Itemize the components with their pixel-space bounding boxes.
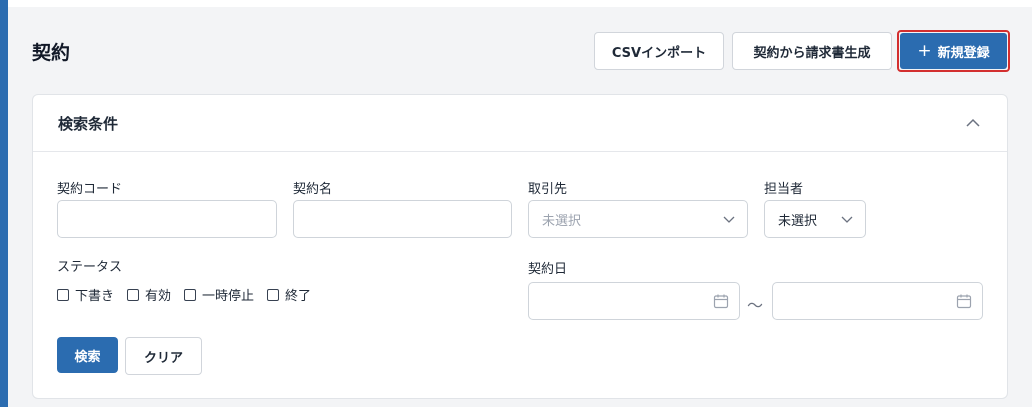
- contract-code-input[interactable]: [57, 200, 277, 238]
- contract-date-label: 契約日: [528, 262, 568, 277]
- contract-name-input[interactable]: [293, 200, 512, 238]
- assignee-select[interactable]: 未選択: [764, 200, 866, 238]
- client-select-placeholder: 未選択: [542, 213, 582, 229]
- contract-date-from-input[interactable]: [528, 282, 740, 320]
- status-option-active[interactable]: 有効: [127, 285, 171, 304]
- status-option-paused[interactable]: 一時停止: [184, 285, 254, 304]
- assignee-label: 担当者: [764, 182, 804, 197]
- status-checkbox-group: 下書き 有効 一時停止 終了: [57, 285, 324, 304]
- clear-button[interactable]: クリア: [125, 337, 202, 375]
- status-option-draft[interactable]: 下書き: [57, 285, 114, 304]
- date-range-separator: 〜: [747, 296, 764, 315]
- new-register-highlight: + 新規登録: [897, 30, 1010, 72]
- page-title: 契約: [32, 42, 71, 64]
- checkbox[interactable]: [57, 288, 69, 301]
- checkbox[interactable]: [127, 288, 140, 301]
- left-accent-bar: [0, 0, 8, 407]
- status-label: ステータス: [57, 260, 123, 275]
- new-register-button[interactable]: + 新規登録: [900, 33, 1007, 69]
- status-option-label: 一時停止: [202, 289, 255, 304]
- contract-name-label: 契約名: [293, 182, 333, 197]
- chevron-down-icon: [841, 216, 853, 223]
- search-button[interactable]: 検索: [57, 337, 118, 373]
- client-label: 取引先: [528, 182, 568, 197]
- chevron-down-icon: [723, 216, 735, 223]
- status-option-label: 下書き: [75, 289, 115, 304]
- top-band: [8, 0, 1032, 7]
- contract-date-to-input[interactable]: [772, 282, 983, 320]
- search-panel-header[interactable]: 検索条件: [33, 95, 1007, 152]
- status-option-ended[interactable]: 終了: [267, 285, 311, 304]
- status-option-label: 終了: [285, 289, 312, 304]
- search-panel-title: 検索条件: [58, 114, 119, 133]
- status-option-label: 有効: [145, 289, 172, 304]
- generate-invoice-button[interactable]: 契約から請求書生成: [732, 32, 892, 70]
- new-register-label: 新規登録: [937, 45, 990, 61]
- assignee-select-value: 未選択: [778, 213, 818, 229]
- client-select[interactable]: 未選択: [528, 200, 748, 238]
- checkbox[interactable]: [267, 288, 280, 301]
- contract-code-label: 契約コード: [57, 182, 123, 197]
- chevron-up-icon[interactable]: [965, 115, 981, 131]
- calendar-icon[interactable]: [713, 293, 729, 309]
- csv-import-button[interactable]: CSVインポート: [594, 32, 724, 70]
- checkbox[interactable]: [184, 288, 197, 301]
- search-panel: 検索条件 契約コード 契約名 取引先 担当者 未選択 未選択 ステータス 契約日…: [32, 94, 1008, 399]
- plus-icon: +: [917, 40, 932, 61]
- calendar-icon[interactable]: [956, 293, 972, 309]
